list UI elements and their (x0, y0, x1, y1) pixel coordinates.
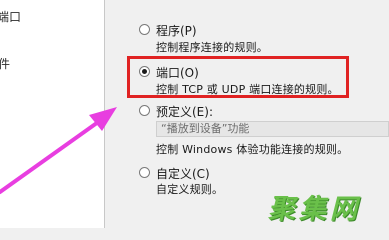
program-radio[interactable] (139, 24, 150, 35)
predefined-radio[interactable] (139, 105, 150, 116)
steps-panel: 端口 件 (0, 0, 105, 228)
option-program-label: 程序(P) (156, 24, 197, 38)
option-custom-description: 自定义规则。 (156, 183, 224, 196)
option-program-description: 控制程序连接的规则。 (156, 41, 268, 54)
watermark-logo: 聚集网 (268, 194, 361, 225)
port-radio[interactable] (139, 66, 150, 77)
rule-type-page: 端口 件 程序(P) 控制程序连接的规则。 端口(O) 控制 TCP 或 UDP… (0, 0, 389, 228)
step-item-port[interactable]: 端口 (0, 8, 21, 25)
option-predefined-label: 预定义(E): (156, 105, 213, 119)
custom-radio[interactable] (139, 167, 150, 178)
option-port-label: 端口(O) (156, 66, 199, 80)
option-port-description: 控制 TCP 或 UDP 端口连接的规则。 (156, 83, 339, 96)
predefined-select[interactable]: “播放到设备”功能 (156, 121, 389, 137)
step-item[interactable]: 件 (0, 55, 10, 72)
option-custom-label: 自定义(C) (156, 167, 210, 181)
option-predefined-description: 控制 Windows 体验功能连接的规则。 (156, 143, 349, 156)
